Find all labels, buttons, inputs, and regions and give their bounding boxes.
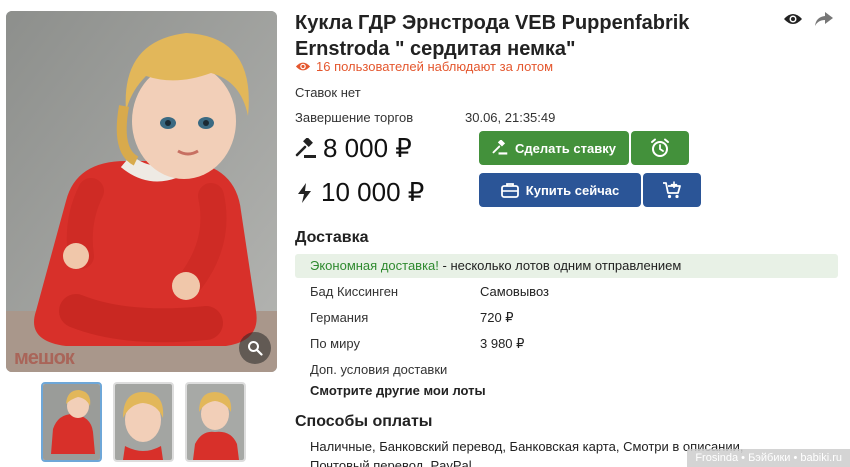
share-icon [815, 12, 833, 26]
share-button[interactable] [815, 12, 837, 28]
thumbnail-1[interactable] [41, 382, 102, 462]
eye-icon [295, 62, 311, 71]
seller-other-lots-link[interactable]: Смотрите другие мои лоты [310, 383, 486, 398]
thumbnail-strip [41, 382, 246, 462]
buy-price: 10 000 ₽ [321, 177, 425, 207]
bid-price: 8 000 ₽ [323, 133, 412, 163]
watchers-text: 16 пользователей наблюдают за лотом [316, 59, 554, 74]
buy-price-row: 10 000 ₽ [295, 177, 424, 208]
thumbnail-3[interactable] [185, 382, 246, 462]
zoom-button[interactable] [239, 332, 271, 364]
shipping-cost: 720 ₽ [480, 310, 514, 325]
lightning-icon [298, 182, 311, 203]
buy-now-button[interactable]: Купить сейчас [479, 173, 641, 207]
shipping-location: Германия [310, 310, 369, 325]
photo-watermark: мешок [14, 347, 75, 369]
shipping-location: Бад Киссинген [310, 284, 399, 299]
reminder-button[interactable] [631, 131, 689, 165]
alarm-clock-icon [651, 138, 669, 157]
add-to-cart-button[interactable] [643, 173, 701, 207]
delivery-heading: Доставка [295, 229, 369, 246]
eye-icon [784, 14, 802, 24]
zoom-icon [248, 341, 263, 356]
shipping-row: Бад Киссинген Самовывоз [310, 284, 710, 299]
buy-now-label: Купить сейчас [525, 182, 620, 198]
economy-delivery-banner: Экономная доставка! - несколько лотов од… [295, 254, 838, 278]
economy-delivery-highlight: Экономная доставка! [310, 258, 439, 273]
shipping-cost: Самовывоз [480, 284, 549, 299]
watch-button[interactable] [783, 12, 805, 28]
auction-end-row: Завершение торгов 30.06, 21:35:49 [295, 110, 695, 125]
header-actions [783, 12, 837, 28]
watchers-info: 16 пользователей наблюдают за лотом [295, 59, 553, 74]
economy-delivery-text: - несколько лотов одним отправлением [438, 258, 682, 273]
auction-end-label: Завершение торгов [295, 110, 414, 125]
place-bid-button[interactable]: Сделать ставку [479, 131, 629, 165]
lot-title: Кукла ГДР Эрнстрода VEB Puppenfabrik Ern… [295, 12, 690, 60]
shipping-location: По миру [310, 336, 360, 351]
extra-delivery-conditions[interactable]: Доп. условия доставки [310, 362, 710, 377]
image-credit: Frosinda • Бэйбики • babiki.ru [687, 449, 850, 467]
shipping-row: Германия 720 ₽ [310, 310, 710, 325]
payment-heading: Способы оплаты [295, 413, 433, 430]
cart-plus-icon [663, 181, 681, 199]
main-photo[interactable]: мешок [6, 11, 277, 372]
auction-end-value: 30.06, 21:35:49 [465, 110, 556, 125]
gavel-icon [295, 137, 316, 158]
thumbnail-2[interactable] [113, 382, 174, 462]
briefcase-icon [500, 183, 519, 198]
extra-delivery-label: Доп. условия доставки [310, 362, 448, 377]
doll-photo [6, 11, 277, 372]
shipping-row: По миру 3 980 ₽ [310, 336, 710, 351]
place-bid-label: Сделать ставку [515, 140, 616, 156]
bids-status: Ставок нет [295, 85, 361, 100]
gavel-icon [492, 140, 508, 155]
bid-price-row: 8 000 ₽ [295, 133, 412, 164]
shipping-cost: 3 980 ₽ [480, 336, 525, 351]
